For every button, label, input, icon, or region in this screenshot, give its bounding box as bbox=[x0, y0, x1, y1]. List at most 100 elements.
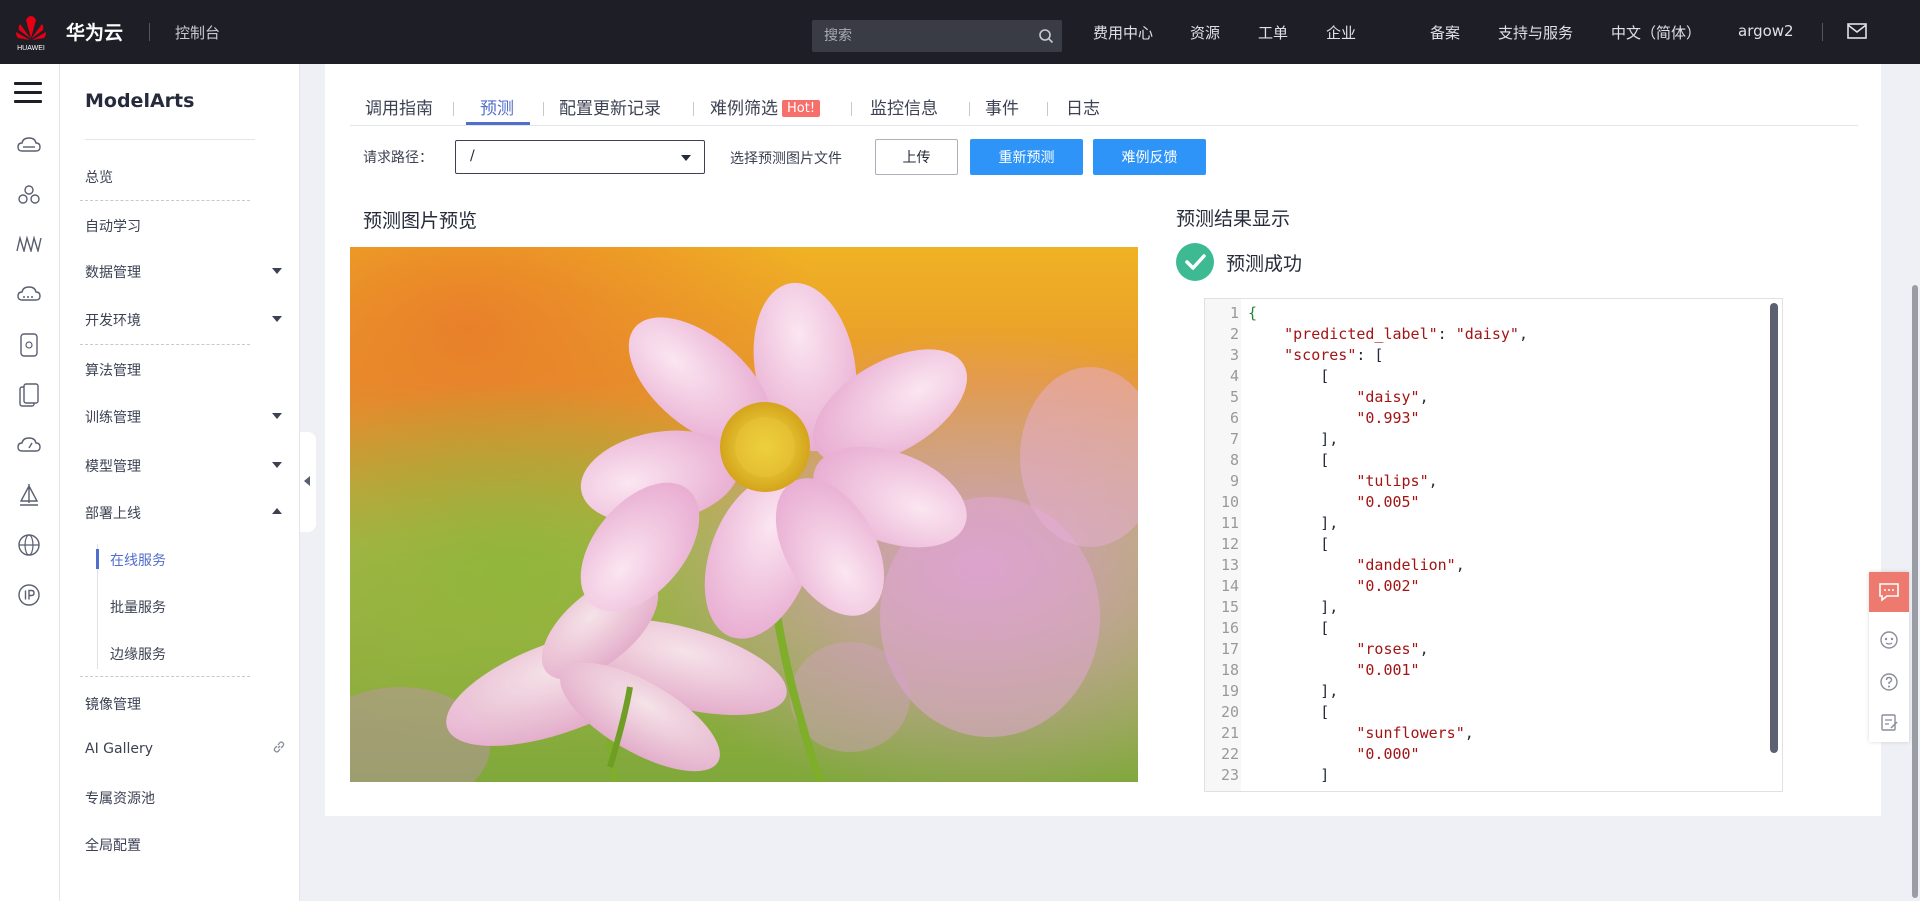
code-scrollbar[interactable] bbox=[1770, 303, 1778, 753]
hard-example-feedback-button[interactable]: 难例反馈 bbox=[1093, 139, 1206, 175]
nav-support[interactable]: 支持与服务 bbox=[1498, 22, 1573, 43]
divider bbox=[149, 23, 150, 41]
line-number: 17 bbox=[1220, 640, 1239, 658]
cloud-server-icon[interactable] bbox=[16, 132, 42, 158]
preview-image bbox=[350, 247, 1138, 782]
divider bbox=[85, 139, 255, 140]
nav-resources[interactable]: 资源 bbox=[1190, 22, 1220, 43]
sidebar-item-models[interactable]: 模型管理 bbox=[85, 456, 141, 476]
link-icon[interactable] bbox=[272, 740, 286, 754]
nav-filing[interactable]: 备案 bbox=[1430, 22, 1460, 43]
sidebar-item-overview[interactable]: 总览 bbox=[85, 167, 113, 187]
sidebar-subitem-batch-service[interactable]: 批量服务 bbox=[110, 597, 166, 617]
code-text: "0.000" bbox=[1356, 745, 1420, 763]
line-number: 10 bbox=[1220, 493, 1239, 511]
chevron-up-icon[interactable] bbox=[272, 508, 282, 514]
nav-username[interactable]: argow2 bbox=[1738, 22, 1794, 40]
code-text: "0.002" bbox=[1356, 577, 1420, 595]
sidebar-item-data-management[interactable]: 数据管理 bbox=[85, 262, 141, 282]
page-scrollbar[interactable] bbox=[1912, 285, 1918, 898]
cloud-storage-icon[interactable] bbox=[16, 281, 42, 307]
document-icon[interactable] bbox=[16, 382, 42, 408]
sidebar-item-dev-environment[interactable]: 开发环境 bbox=[85, 310, 141, 330]
floating-tools bbox=[1869, 572, 1909, 742]
search-input[interactable] bbox=[812, 20, 1022, 52]
code-text: "0.993" bbox=[1356, 409, 1420, 427]
chat-icon[interactable] bbox=[1869, 572, 1909, 612]
repredict-button[interactable]: 重新预测 bbox=[970, 139, 1083, 175]
mail-icon[interactable] bbox=[1847, 23, 1867, 39]
sidebar-item-training[interactable]: 训练管理 bbox=[85, 407, 141, 427]
code-text: [ bbox=[1248, 703, 1330, 721]
code-text: ], bbox=[1248, 430, 1339, 448]
line-number: 22 bbox=[1220, 745, 1239, 763]
globe-icon[interactable] bbox=[16, 532, 42, 558]
code-text: ], bbox=[1248, 514, 1339, 532]
cloud-speed-icon[interactable] bbox=[16, 432, 42, 458]
upload-button[interactable]: 上传 bbox=[875, 139, 958, 175]
json-result-viewer[interactable]: 1 {2 "predicted_label": "daisy", 3 "scores… bbox=[1204, 298, 1783, 792]
chevron-down-icon[interactable] bbox=[272, 268, 282, 274]
code-text: ], bbox=[1248, 682, 1339, 700]
search-icon[interactable] bbox=[1038, 28, 1054, 44]
divider bbox=[80, 344, 250, 345]
request-path-value: / bbox=[470, 148, 475, 164]
request-path-select[interactable]: / bbox=[455, 140, 705, 174]
line-number: 1 bbox=[1229, 304, 1239, 322]
code-text: { bbox=[1248, 304, 1258, 322]
line-number: 6 bbox=[1229, 409, 1239, 427]
line-number: 15 bbox=[1220, 598, 1239, 616]
active-indicator bbox=[96, 549, 99, 569]
sidebar-subitem-online-service[interactable]: 在线服务 bbox=[110, 550, 166, 570]
brand-name[interactable]: 华为云 bbox=[66, 18, 123, 45]
chevron-down-icon bbox=[681, 155, 691, 161]
sidebar: ModelArts 总览 自动学习 数据管理 开发环境 算法管理 训练管理 模型… bbox=[60, 64, 300, 901]
nav-tickets[interactable]: 工单 bbox=[1258, 22, 1288, 43]
code-text: ], bbox=[1248, 598, 1339, 616]
help-icon[interactable] bbox=[1879, 672, 1899, 692]
tab-bar bbox=[350, 94, 1858, 126]
code-text: [ bbox=[1248, 535, 1330, 553]
divider bbox=[1822, 23, 1823, 41]
sidebar-item-images[interactable]: 镜像管理 bbox=[85, 694, 141, 714]
nav-billing[interactable]: 费用中心 bbox=[1093, 22, 1153, 43]
sail-icon[interactable] bbox=[16, 482, 42, 508]
edit-icon[interactable] bbox=[1879, 712, 1899, 732]
select-file-label: 选择预测图片文件 bbox=[730, 151, 842, 167]
nav-language[interactable]: 中文（简体） bbox=[1611, 22, 1701, 43]
console-link[interactable]: 控制台 bbox=[175, 22, 220, 43]
nodes-icon[interactable] bbox=[16, 182, 42, 208]
sidebar-item-global-config[interactable]: 全局配置 bbox=[85, 835, 141, 855]
divider bbox=[80, 676, 250, 677]
sidebar-item-deployment[interactable]: 部署上线 bbox=[85, 503, 141, 523]
nav-enterprise[interactable]: 企业 bbox=[1326, 22, 1356, 43]
request-path-label: 请求路径： bbox=[363, 150, 433, 166]
robot-icon[interactable] bbox=[1879, 630, 1899, 650]
line-number: 4 bbox=[1229, 367, 1239, 385]
line-number: 16 bbox=[1220, 619, 1239, 637]
ip-icon[interactable] bbox=[16, 582, 42, 608]
code-text: "roses", bbox=[1356, 640, 1429, 658]
line-number: 18 bbox=[1220, 661, 1239, 679]
container-icon[interactable] bbox=[16, 332, 42, 358]
line-number: 12 bbox=[1220, 535, 1239, 553]
sidebar-item-auto-learning[interactable]: 自动学习 bbox=[85, 216, 141, 236]
menu-icon[interactable] bbox=[14, 82, 42, 104]
chevron-down-icon[interactable] bbox=[272, 316, 282, 322]
huawei-logo[interactable]: HUAWEI bbox=[12, 12, 50, 52]
code-text: "predicted_label": "daisy", bbox=[1284, 325, 1528, 343]
line-number: 14 bbox=[1220, 577, 1239, 595]
wave-icon[interactable] bbox=[16, 231, 42, 257]
sidebar-subitem-edge-service[interactable]: 边缘服务 bbox=[110, 644, 166, 664]
code-text: [ bbox=[1248, 367, 1330, 385]
sidebar-item-dedicated-pool[interactable]: 专属资源池 bbox=[85, 788, 155, 808]
code-text: "tulips", bbox=[1356, 472, 1438, 490]
chevron-down-icon[interactable] bbox=[272, 462, 282, 468]
sidebar-title: ModelArts bbox=[85, 90, 195, 112]
chevron-down-icon[interactable] bbox=[272, 413, 282, 419]
code-text: "daisy", bbox=[1356, 388, 1429, 406]
sidebar-item-algorithms[interactable]: 算法管理 bbox=[85, 360, 141, 380]
sidebar-collapse-handle[interactable] bbox=[300, 432, 316, 532]
code-text: "0.001" bbox=[1356, 661, 1420, 679]
sidebar-item-ai-gallery[interactable]: AI Gallery bbox=[85, 741, 153, 757]
